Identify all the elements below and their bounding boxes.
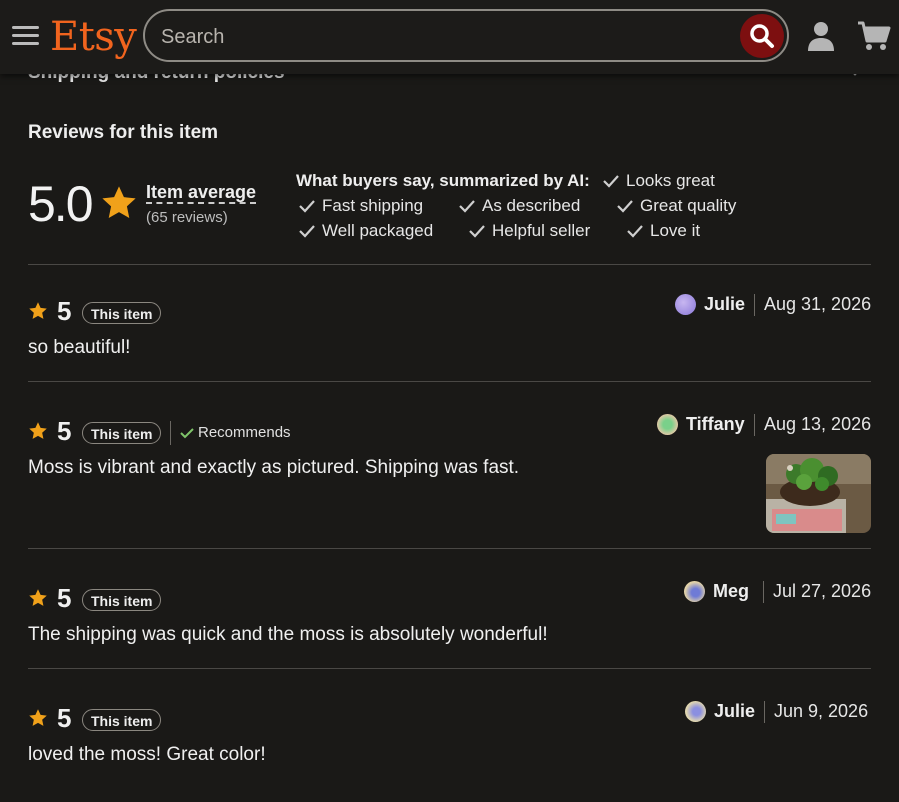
review-rating: 5: [57, 583, 72, 613]
ai-tag: Looks great: [602, 171, 715, 191]
review-date: Jun 9, 2026: [774, 701, 869, 721]
etsy-logo[interactable]: Etsy: [50, 14, 137, 60]
this-item-badge: This item: [82, 302, 162, 324]
review-author[interactable]: Meg: [713, 581, 749, 602]
review-text: loved the moss! Great color!: [28, 744, 266, 765]
ai-tag: Great quality: [616, 196, 736, 216]
recommends-label: Recommends: [180, 424, 291, 441]
check-icon: [627, 225, 643, 238]
review-rating: 5: [57, 296, 72, 326]
reviews-heading: Reviews for this item: [28, 122, 219, 143]
avatar[interactable]: [685, 701, 706, 722]
divider: [28, 381, 871, 382]
avatar[interactable]: [675, 294, 696, 315]
ai-tag: Well packaged: [298, 221, 433, 241]
review-text: The shipping was quick and the moss is a…: [28, 624, 548, 645]
divider: [28, 548, 871, 549]
search-button[interactable]: [740, 14, 784, 58]
check-icon: [603, 175, 619, 188]
menu-icon[interactable]: [12, 26, 39, 46]
review-count: (65 reviews): [146, 209, 228, 226]
check-icon: [299, 225, 315, 238]
search-bar: [143, 9, 789, 62]
review-date: Aug 13, 2026: [764, 414, 872, 434]
search-icon: [750, 24, 774, 48]
divider: [28, 668, 871, 669]
check-icon: [299, 200, 315, 213]
review-text: so beautiful!: [28, 337, 131, 358]
review-rating: 5: [57, 703, 72, 733]
review-photo[interactable]: [766, 454, 871, 533]
check-icon: [617, 200, 633, 213]
separator: [764, 701, 765, 723]
star-icon: [29, 302, 47, 319]
ai-tag: Fast shipping: [298, 196, 423, 216]
review-author[interactable]: Julie: [714, 701, 755, 722]
separator: [763, 581, 764, 603]
search-input[interactable]: [159, 21, 733, 53]
this-item-badge: This item: [82, 422, 162, 444]
separator: [754, 414, 755, 436]
separator: [754, 294, 755, 316]
this-item-badge: This item: [82, 589, 162, 611]
avatar[interactable]: [684, 581, 705, 602]
divider: [28, 264, 871, 265]
average-rating: 5.0: [28, 176, 94, 232]
star-icon: [102, 186, 136, 219]
review-text: Moss is vibrant and exactly as pictured.…: [28, 457, 520, 478]
star-icon: [29, 589, 47, 606]
star-icon: [29, 422, 47, 439]
cart-icon[interactable]: [857, 20, 891, 52]
review-date: Jul 27, 2026: [773, 581, 872, 601]
ai-tag: Love it: [626, 221, 700, 241]
check-icon: [180, 427, 194, 438]
review-author[interactable]: Tiffany: [686, 414, 745, 435]
item-average-link[interactable]: Item average: [146, 182, 257, 204]
ai-tag: As described: [458, 196, 580, 216]
review-author[interactable]: Julie: [704, 294, 745, 315]
check-icon: [469, 225, 485, 238]
site-header: Etsy: [0, 0, 899, 74]
separator: [170, 421, 171, 445]
review-photo-image: [766, 454, 871, 533]
star-icon: [29, 709, 47, 726]
check-icon: [459, 200, 475, 213]
review-date: Aug 31, 2026: [764, 294, 872, 314]
review-rating: 5: [57, 416, 72, 446]
user-icon[interactable]: [806, 20, 836, 52]
ai-summary-title: What buyers say, summarized by AI:: [296, 171, 590, 190]
ai-tag: Helpful seller: [468, 221, 590, 241]
this-item-badge: This item: [82, 709, 162, 731]
avatar[interactable]: [657, 414, 678, 435]
